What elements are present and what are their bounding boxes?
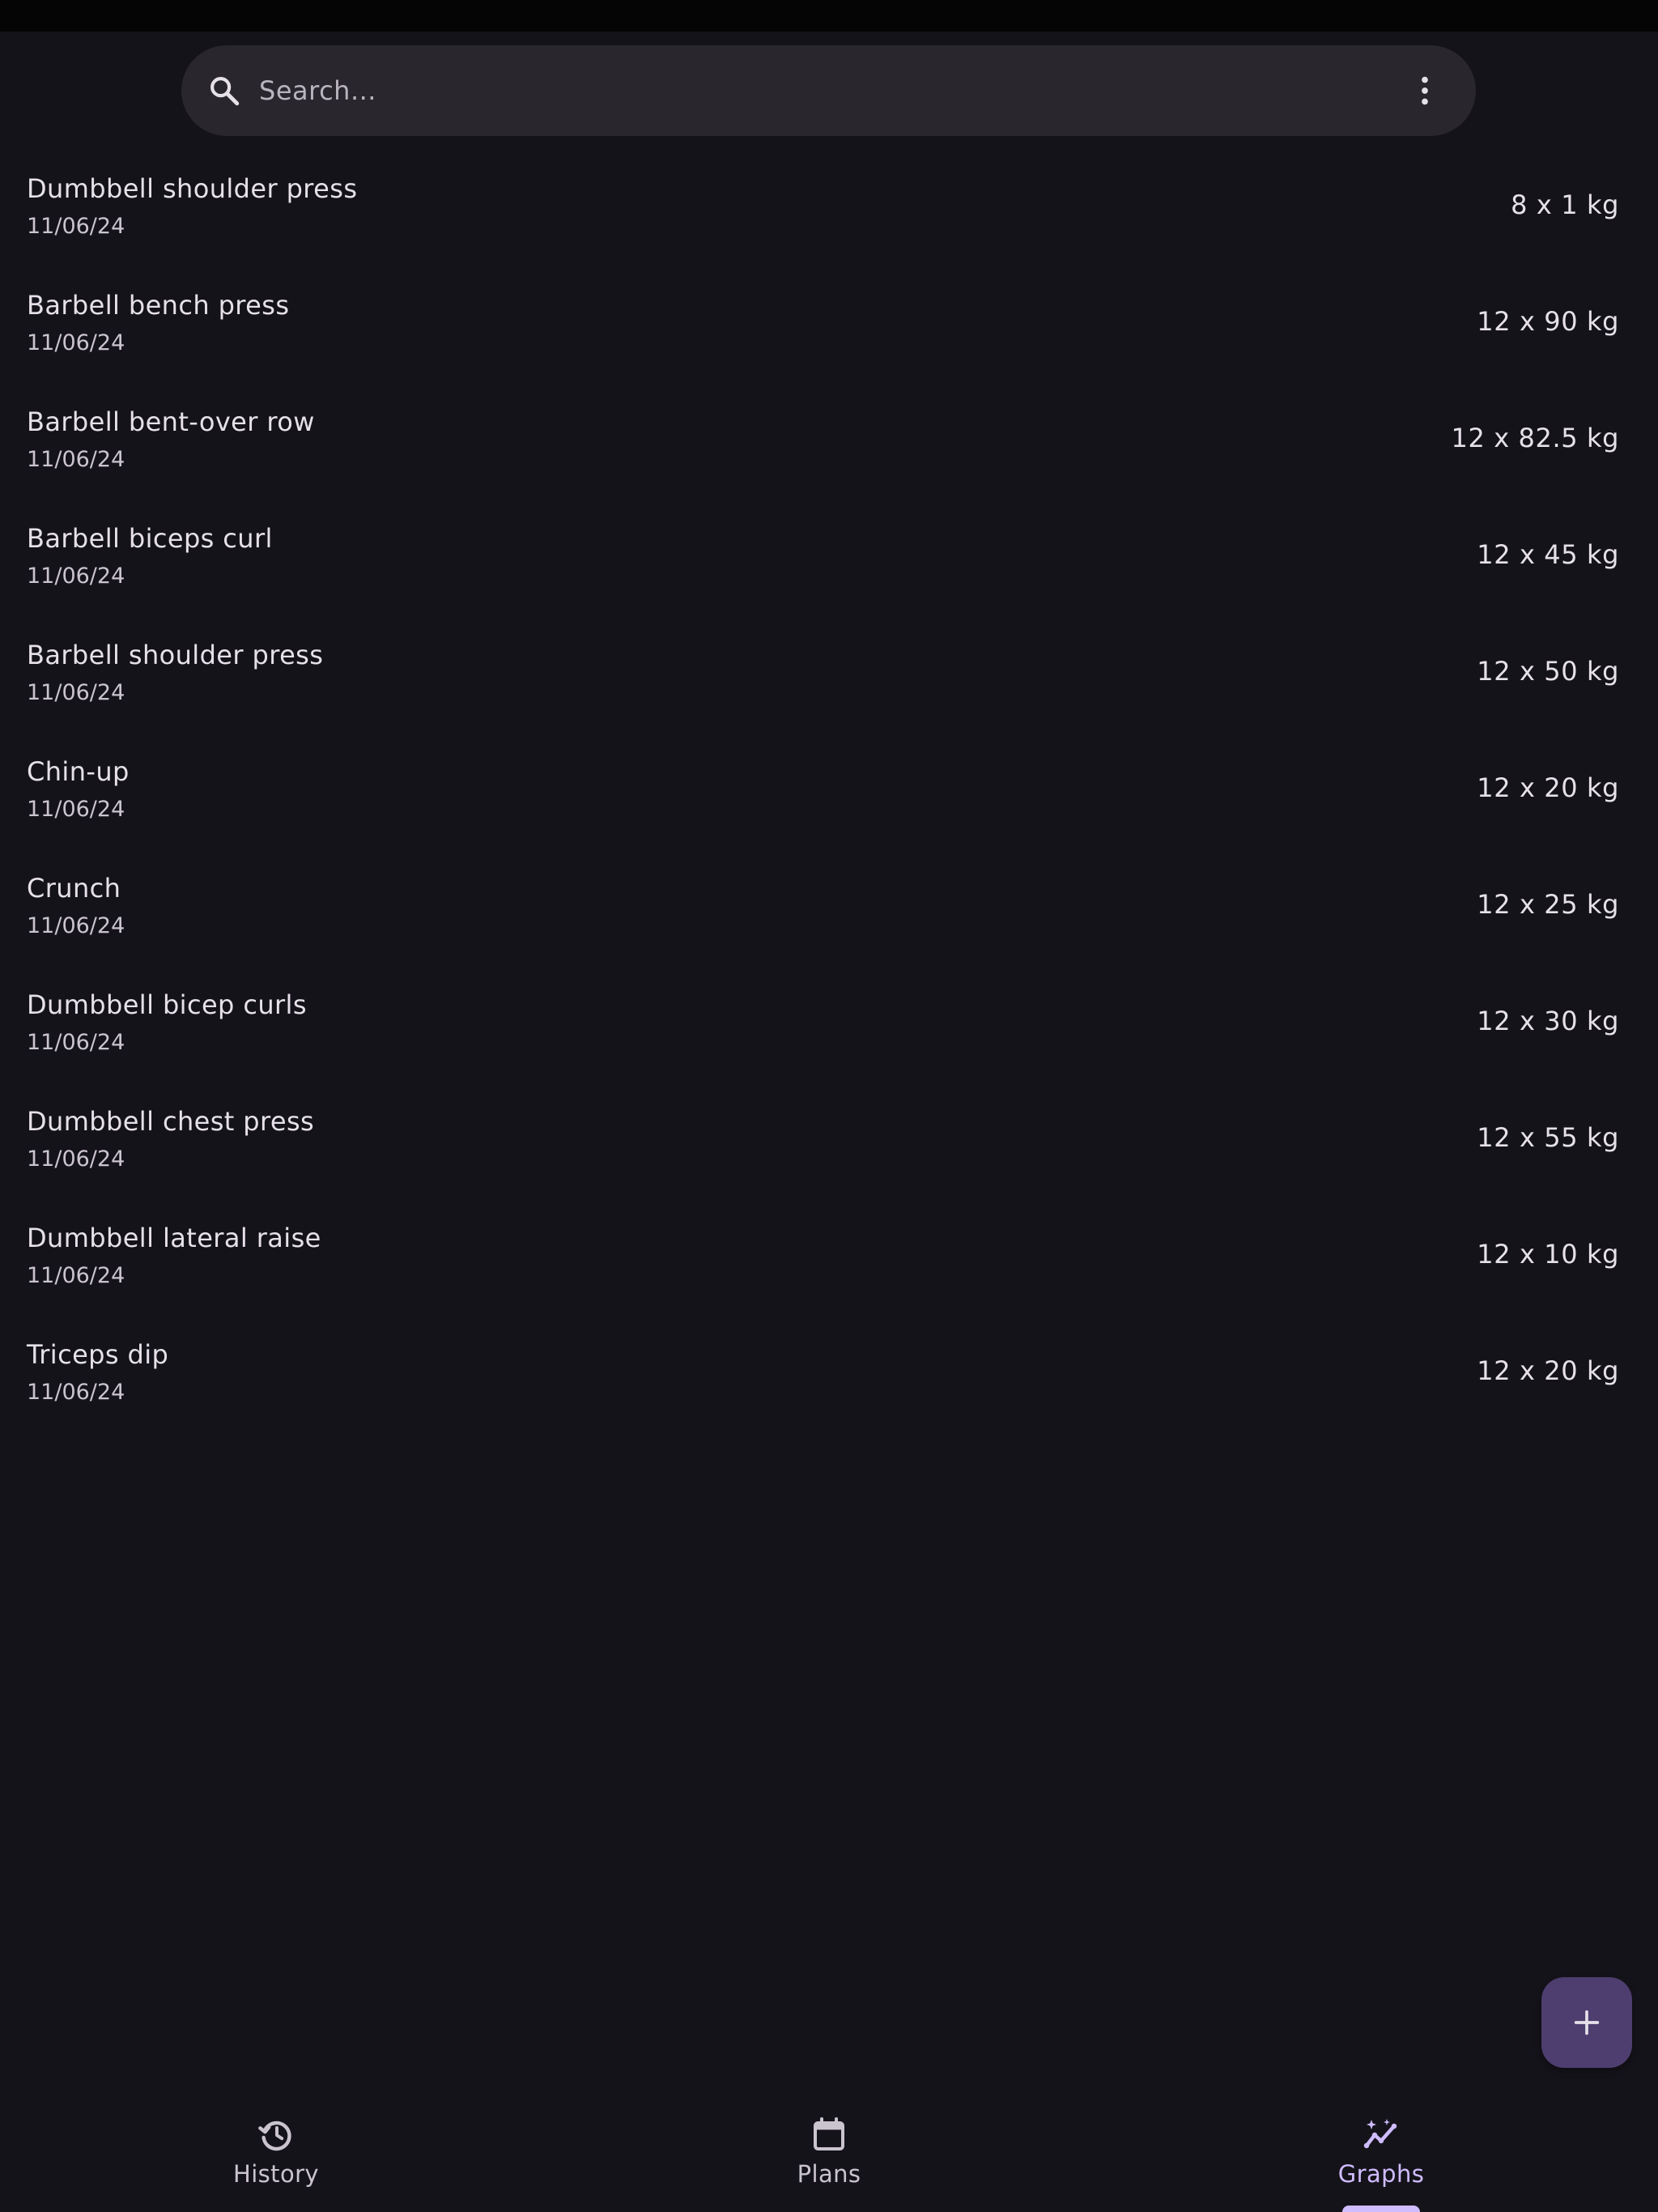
- list-item[interactable]: Barbell biceps curl 11/06/24 12 x 45 kg: [0, 499, 1658, 615]
- exercise-best-set: 12 x 25 kg: [1477, 889, 1619, 920]
- exercise-name: Dumbbell shoulder press: [27, 173, 358, 204]
- exercise-name: Crunch: [27, 873, 121, 904]
- nav-plans[interactable]: Plans: [708, 2089, 950, 2212]
- exercise-best-set: 12 x 30 kg: [1477, 1006, 1619, 1036]
- list-item[interactable]: Barbell bent-over row 11/06/24 12 x 82.5…: [0, 382, 1658, 499]
- list-item[interactable]: Dumbbell chest press 11/06/24 12 x 55 kg: [0, 1082, 1658, 1198]
- nav-graphs-label: Graphs: [1337, 2160, 1425, 2188]
- exercise-list: Dumbbell shoulder press 11/06/24 8 x 1 k…: [0, 149, 1658, 1431]
- status-bar: [0, 0, 1658, 32]
- exercise-date: 11/06/24: [27, 680, 125, 705]
- bottom-navigation: History Plans Graphs: [0, 2089, 1658, 2212]
- history-icon: [258, 2121, 291, 2151]
- nav-plans-label: Plans: [797, 2160, 861, 2188]
- exercise-name: Dumbbell bicep curls: [27, 989, 307, 1020]
- exercise-date: 11/06/24: [27, 214, 125, 239]
- exercise-name: Barbell shoulder press: [27, 640, 324, 670]
- add-button[interactable]: [1541, 1977, 1632, 2068]
- exercise-best-set: 8 x 1 kg: [1511, 189, 1619, 220]
- exercise-date: 11/06/24: [27, 1030, 125, 1055]
- exercise-date: 11/06/24: [27, 564, 125, 589]
- exercise-best-set: 12 x 90 kg: [1477, 306, 1619, 337]
- search-icon: [210, 77, 240, 106]
- exercise-date: 11/06/24: [27, 447, 125, 472]
- exercise-best-set: 12 x 55 kg: [1477, 1122, 1619, 1153]
- active-tab-indicator: [1342, 2206, 1420, 2212]
- more-vert-icon[interactable]: [1406, 72, 1443, 109]
- exercise-name: Barbell bent-over row: [27, 406, 315, 437]
- exercise-date: 11/06/24: [27, 913, 125, 938]
- exercise-name: Barbell biceps curl: [27, 523, 273, 554]
- exercise-name: Chin-up: [27, 756, 130, 787]
- exercise-date: 11/06/24: [27, 1380, 125, 1405]
- list-item[interactable]: Dumbbell bicep curls 11/06/24 12 x 30 kg: [0, 965, 1658, 1082]
- exercise-date: 11/06/24: [27, 1263, 125, 1288]
- search-input[interactable]: [259, 45, 1312, 136]
- exercise-name: Dumbbell chest press: [27, 1106, 315, 1137]
- exercise-best-set: 12 x 10 kg: [1477, 1239, 1619, 1270]
- exercise-best-set: 12 x 82.5 kg: [1451, 423, 1619, 453]
- search-bar[interactable]: [181, 45, 1476, 136]
- calendar-icon: [814, 2117, 844, 2150]
- list-item[interactable]: Chin-up 11/06/24 12 x 20 kg: [0, 732, 1658, 849]
- list-item[interactable]: Dumbbell lateral raise 11/06/24 12 x 10 …: [0, 1198, 1658, 1315]
- graph-icon: [1363, 2119, 1397, 2149]
- exercise-best-set: 12 x 20 kg: [1477, 772, 1619, 803]
- exercise-best-set: 12 x 20 kg: [1477, 1355, 1619, 1386]
- exercise-date: 11/06/24: [27, 1146, 125, 1172]
- exercise-best-set: 12 x 50 kg: [1477, 656, 1619, 687]
- nav-history-label: History: [233, 2160, 319, 2188]
- list-item[interactable]: Crunch 11/06/24 12 x 25 kg: [0, 849, 1658, 965]
- list-item[interactable]: Barbell shoulder press 11/06/24 12 x 50 …: [0, 615, 1658, 732]
- nav-history[interactable]: History: [155, 2089, 397, 2212]
- list-item[interactable]: Barbell bench press 11/06/24 12 x 90 kg: [0, 266, 1658, 382]
- list-item[interactable]: Triceps dip 11/06/24 12 x 20 kg: [0, 1315, 1658, 1431]
- plus-icon: [1574, 2010, 1600, 2035]
- list-item[interactable]: Dumbbell shoulder press 11/06/24 8 x 1 k…: [0, 149, 1658, 266]
- exercise-name: Barbell bench press: [27, 290, 290, 321]
- exercise-date: 11/06/24: [27, 797, 125, 822]
- exercise-best-set: 12 x 45 kg: [1477, 539, 1619, 570]
- exercise-name: Triceps dip: [27, 1339, 169, 1370]
- exercise-name: Dumbbell lateral raise: [27, 1223, 321, 1253]
- exercise-date: 11/06/24: [27, 330, 125, 355]
- nav-graphs[interactable]: Graphs: [1260, 2089, 1503, 2212]
